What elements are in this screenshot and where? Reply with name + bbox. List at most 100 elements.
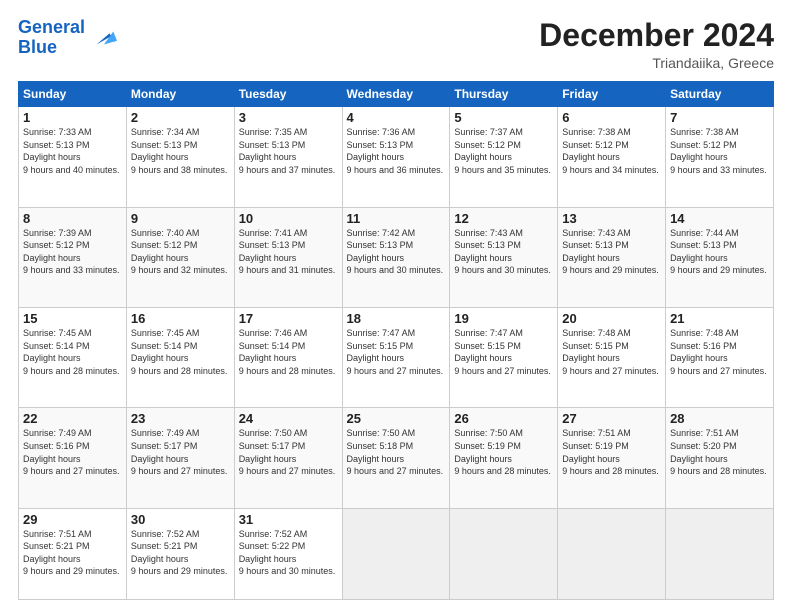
day-number: 17 — [239, 311, 338, 326]
calendar-cell: 28Sunrise: 7:51 AMSunset: 5:20 PMDayligh… — [666, 408, 774, 508]
day-info: Sunrise: 7:51 AMSunset: 5:20 PMDaylight … — [670, 427, 769, 477]
weekday-sunday: Sunday — [19, 82, 127, 107]
calendar-cell: 23Sunrise: 7:49 AMSunset: 5:17 PMDayligh… — [126, 408, 234, 508]
calendar-cell: 21Sunrise: 7:48 AMSunset: 5:16 PMDayligh… — [666, 307, 774, 407]
day-info: Sunrise: 7:49 AMSunset: 5:16 PMDaylight … — [23, 427, 122, 477]
calendar-cell: 18Sunrise: 7:47 AMSunset: 5:15 PMDayligh… — [342, 307, 450, 407]
day-number: 19 — [454, 311, 553, 326]
calendar-cell: 19Sunrise: 7:47 AMSunset: 5:15 PMDayligh… — [450, 307, 558, 407]
logo: GeneralBlue — [18, 18, 117, 58]
logo-icon — [89, 24, 117, 52]
day-info: Sunrise: 7:33 AMSunset: 5:13 PMDaylight … — [23, 126, 122, 176]
calendar-cell — [450, 508, 558, 599]
location: Triandaiika, Greece — [539, 55, 774, 71]
day-number: 14 — [670, 211, 769, 226]
day-info: Sunrise: 7:39 AMSunset: 5:12 PMDaylight … — [23, 227, 122, 277]
day-info: Sunrise: 7:35 AMSunset: 5:13 PMDaylight … — [239, 126, 338, 176]
calendar-week-2: 8Sunrise: 7:39 AMSunset: 5:12 PMDaylight… — [19, 207, 774, 307]
calendar-cell: 2Sunrise: 7:34 AMSunset: 5:13 PMDaylight… — [126, 107, 234, 207]
calendar-cell: 17Sunrise: 7:46 AMSunset: 5:14 PMDayligh… — [234, 307, 342, 407]
calendar-cell: 15Sunrise: 7:45 AMSunset: 5:14 PMDayligh… — [19, 307, 127, 407]
day-info: Sunrise: 7:38 AMSunset: 5:12 PMDaylight … — [670, 126, 769, 176]
calendar-cell: 1Sunrise: 7:33 AMSunset: 5:13 PMDaylight… — [19, 107, 127, 207]
day-info: Sunrise: 7:43 AMSunset: 5:13 PMDaylight … — [562, 227, 661, 277]
calendar-week-1: 1Sunrise: 7:33 AMSunset: 5:13 PMDaylight… — [19, 107, 774, 207]
calendar-cell: 30Sunrise: 7:52 AMSunset: 5:21 PMDayligh… — [126, 508, 234, 599]
calendar-cell: 4Sunrise: 7:36 AMSunset: 5:13 PMDaylight… — [342, 107, 450, 207]
calendar-cell: 25Sunrise: 7:50 AMSunset: 5:18 PMDayligh… — [342, 408, 450, 508]
day-number: 13 — [562, 211, 661, 226]
day-number: 16 — [131, 311, 230, 326]
calendar-week-4: 22Sunrise: 7:49 AMSunset: 5:16 PMDayligh… — [19, 408, 774, 508]
calendar-week-3: 15Sunrise: 7:45 AMSunset: 5:14 PMDayligh… — [19, 307, 774, 407]
calendar-cell: 16Sunrise: 7:45 AMSunset: 5:14 PMDayligh… — [126, 307, 234, 407]
calendar-cell: 7Sunrise: 7:38 AMSunset: 5:12 PMDaylight… — [666, 107, 774, 207]
day-number: 26 — [454, 411, 553, 426]
day-number: 28 — [670, 411, 769, 426]
day-info: Sunrise: 7:44 AMSunset: 5:13 PMDaylight … — [670, 227, 769, 277]
day-number: 15 — [23, 311, 122, 326]
weekday-header-row: SundayMondayTuesdayWednesdayThursdayFrid… — [19, 82, 774, 107]
calendar-cell — [558, 508, 666, 599]
day-number: 30 — [131, 512, 230, 527]
day-number: 4 — [347, 110, 446, 125]
calendar-cell: 20Sunrise: 7:48 AMSunset: 5:15 PMDayligh… — [558, 307, 666, 407]
calendar-cell: 26Sunrise: 7:50 AMSunset: 5:19 PMDayligh… — [450, 408, 558, 508]
calendar-cell: 27Sunrise: 7:51 AMSunset: 5:19 PMDayligh… — [558, 408, 666, 508]
day-number: 6 — [562, 110, 661, 125]
title-block: December 2024 Triandaiika, Greece — [539, 18, 774, 71]
day-number: 12 — [454, 211, 553, 226]
calendar-cell — [342, 508, 450, 599]
day-number: 9 — [131, 211, 230, 226]
day-info: Sunrise: 7:46 AMSunset: 5:14 PMDaylight … — [239, 327, 338, 377]
day-number: 3 — [239, 110, 338, 125]
calendar-body: 1Sunrise: 7:33 AMSunset: 5:13 PMDaylight… — [19, 107, 774, 600]
day-info: Sunrise: 7:36 AMSunset: 5:13 PMDaylight … — [347, 126, 446, 176]
day-info: Sunrise: 7:48 AMSunset: 5:15 PMDaylight … — [562, 327, 661, 377]
day-info: Sunrise: 7:47 AMSunset: 5:15 PMDaylight … — [454, 327, 553, 377]
day-info: Sunrise: 7:51 AMSunset: 5:21 PMDaylight … — [23, 528, 122, 578]
day-info: Sunrise: 7:38 AMSunset: 5:12 PMDaylight … — [562, 126, 661, 176]
day-number: 18 — [347, 311, 446, 326]
calendar-table: SundayMondayTuesdayWednesdayThursdayFrid… — [18, 81, 774, 600]
month-year: December 2024 — [539, 18, 774, 53]
calendar-cell: 31Sunrise: 7:52 AMSunset: 5:22 PMDayligh… — [234, 508, 342, 599]
day-info: Sunrise: 7:49 AMSunset: 5:17 PMDaylight … — [131, 427, 230, 477]
day-number: 8 — [23, 211, 122, 226]
day-number: 29 — [23, 512, 122, 527]
page: GeneralBlue December 2024 Triandaiika, G… — [0, 0, 792, 612]
calendar-cell: 11Sunrise: 7:42 AMSunset: 5:13 PMDayligh… — [342, 207, 450, 307]
day-number: 24 — [239, 411, 338, 426]
day-number: 27 — [562, 411, 661, 426]
weekday-wednesday: Wednesday — [342, 82, 450, 107]
day-number: 22 — [23, 411, 122, 426]
day-number: 2 — [131, 110, 230, 125]
day-info: Sunrise: 7:42 AMSunset: 5:13 PMDaylight … — [347, 227, 446, 277]
calendar-cell: 14Sunrise: 7:44 AMSunset: 5:13 PMDayligh… — [666, 207, 774, 307]
calendar-week-5: 29Sunrise: 7:51 AMSunset: 5:21 PMDayligh… — [19, 508, 774, 599]
day-info: Sunrise: 7:52 AMSunset: 5:21 PMDaylight … — [131, 528, 230, 578]
logo-text: GeneralBlue — [18, 18, 85, 58]
day-info: Sunrise: 7:51 AMSunset: 5:19 PMDaylight … — [562, 427, 661, 477]
calendar-cell: 3Sunrise: 7:35 AMSunset: 5:13 PMDaylight… — [234, 107, 342, 207]
day-info: Sunrise: 7:50 AMSunset: 5:17 PMDaylight … — [239, 427, 338, 477]
calendar-cell: 8Sunrise: 7:39 AMSunset: 5:12 PMDaylight… — [19, 207, 127, 307]
calendar-cell: 22Sunrise: 7:49 AMSunset: 5:16 PMDayligh… — [19, 408, 127, 508]
weekday-saturday: Saturday — [666, 82, 774, 107]
day-info: Sunrise: 7:40 AMSunset: 5:12 PMDaylight … — [131, 227, 230, 277]
day-number: 20 — [562, 311, 661, 326]
calendar-cell: 5Sunrise: 7:37 AMSunset: 5:12 PMDaylight… — [450, 107, 558, 207]
weekday-friday: Friday — [558, 82, 666, 107]
day-number: 11 — [347, 211, 446, 226]
calendar-cell: 13Sunrise: 7:43 AMSunset: 5:13 PMDayligh… — [558, 207, 666, 307]
weekday-thursday: Thursday — [450, 82, 558, 107]
calendar-cell — [666, 508, 774, 599]
weekday-monday: Monday — [126, 82, 234, 107]
weekday-tuesday: Tuesday — [234, 82, 342, 107]
day-info: Sunrise: 7:48 AMSunset: 5:16 PMDaylight … — [670, 327, 769, 377]
day-number: 25 — [347, 411, 446, 426]
day-info: Sunrise: 7:43 AMSunset: 5:13 PMDaylight … — [454, 227, 553, 277]
header: GeneralBlue December 2024 Triandaiika, G… — [18, 18, 774, 71]
day-number: 10 — [239, 211, 338, 226]
day-info: Sunrise: 7:41 AMSunset: 5:13 PMDaylight … — [239, 227, 338, 277]
